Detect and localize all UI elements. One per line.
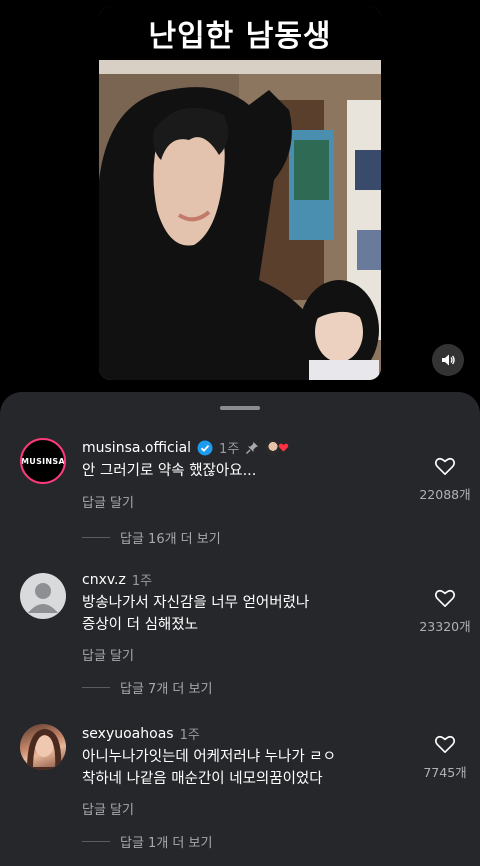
heart-icon [434, 735, 456, 753]
comment-time: 1주 [219, 442, 240, 457]
comment-time: 1주 [179, 728, 200, 743]
avatar[interactable]: MUSINSA [20, 438, 66, 484]
comment-line: 방송나가서 자신감을 너무 얻어버렸나 [82, 595, 310, 611]
view-more-replies-label: 답글 16개 더 보기 [120, 532, 221, 547]
view-more-replies-label: 답글 7개 더 보기 [120, 682, 213, 697]
thread-line [82, 537, 110, 538]
avatar[interactable] [20, 724, 66, 770]
heart-icon [434, 589, 456, 607]
mute-button[interactable] [432, 344, 464, 376]
comment-line: 증상이 더 심해졌노 [82, 617, 198, 633]
speaker-icon [442, 354, 455, 366]
default-avatar-icon [28, 583, 58, 613]
comment-line: 아니누나가잇는데 어케저러냐 누나가 ㄹㅇ [82, 749, 336, 765]
verified-badge-icon [197, 440, 213, 455]
pin-icon [246, 441, 259, 454]
avatar[interactable] [20, 573, 66, 619]
like-button[interactable]: 23320개 [408, 588, 480, 635]
reply-button[interactable]: 답글 달기 [82, 492, 134, 511]
like-count: 23320개 [419, 619, 471, 634]
video-frame [99, 60, 381, 380]
video-area: 난입한 남동생 [0, 0, 480, 400]
view-more-replies[interactable]: 답글 7개 더 보기 [82, 678, 212, 697]
like-count: 7745개 [423, 765, 467, 780]
like-button[interactable]: 22088개 [408, 456, 480, 503]
heart-filled-icon [279, 443, 289, 452]
like-count: 22088개 [419, 487, 471, 502]
reply-button[interactable]: 답글 달기 [82, 645, 134, 664]
view-more-replies[interactable]: 답글 16개 더 보기 [82, 528, 221, 547]
avatar-logo-text: MUSINSA [21, 456, 65, 466]
comment-text: 방송나가서 자신감을 너무 얻어버렸나 증상이 더 심해졌노 [82, 592, 402, 636]
reply-button[interactable]: 답글 달기 [82, 799, 134, 818]
comment-time: 1주 [131, 574, 153, 589]
thread-line [82, 841, 110, 842]
comments-sheet: MUSINSA musinsa.official 1주 안 그러기로 약속 했잖… [0, 392, 480, 866]
comment-line: 착하네 나같음 매순간이 네모의꿈이었다 [82, 771, 323, 787]
thread-line [82, 687, 110, 688]
like-button[interactable]: 7745개 [408, 734, 480, 781]
username[interactable]: musinsa.official [82, 440, 191, 456]
comment-text: 아니누나가잇는데 어케저러냐 누나가 ㄹㅇ 착하네 나같음 매순간이 네모의꿈이… [82, 746, 402, 790]
username[interactable]: cnxv.z [82, 572, 126, 588]
view-more-replies[interactable]: 답글 1개 더 보기 [82, 832, 212, 851]
username[interactable]: sexyuoahoas [82, 726, 174, 742]
view-more-replies-label: 답글 1개 더 보기 [120, 836, 213, 851]
profile-photo [26, 728, 62, 770]
video-player[interactable]: 난입한 남동생 [99, 6, 381, 380]
heart-icon [434, 457, 456, 475]
comment-text: 안 그러기로 약속 했잖아요... [82, 463, 257, 479]
video-title: 난입한 남동생 [99, 6, 381, 60]
drag-handle[interactable] [220, 406, 260, 410]
